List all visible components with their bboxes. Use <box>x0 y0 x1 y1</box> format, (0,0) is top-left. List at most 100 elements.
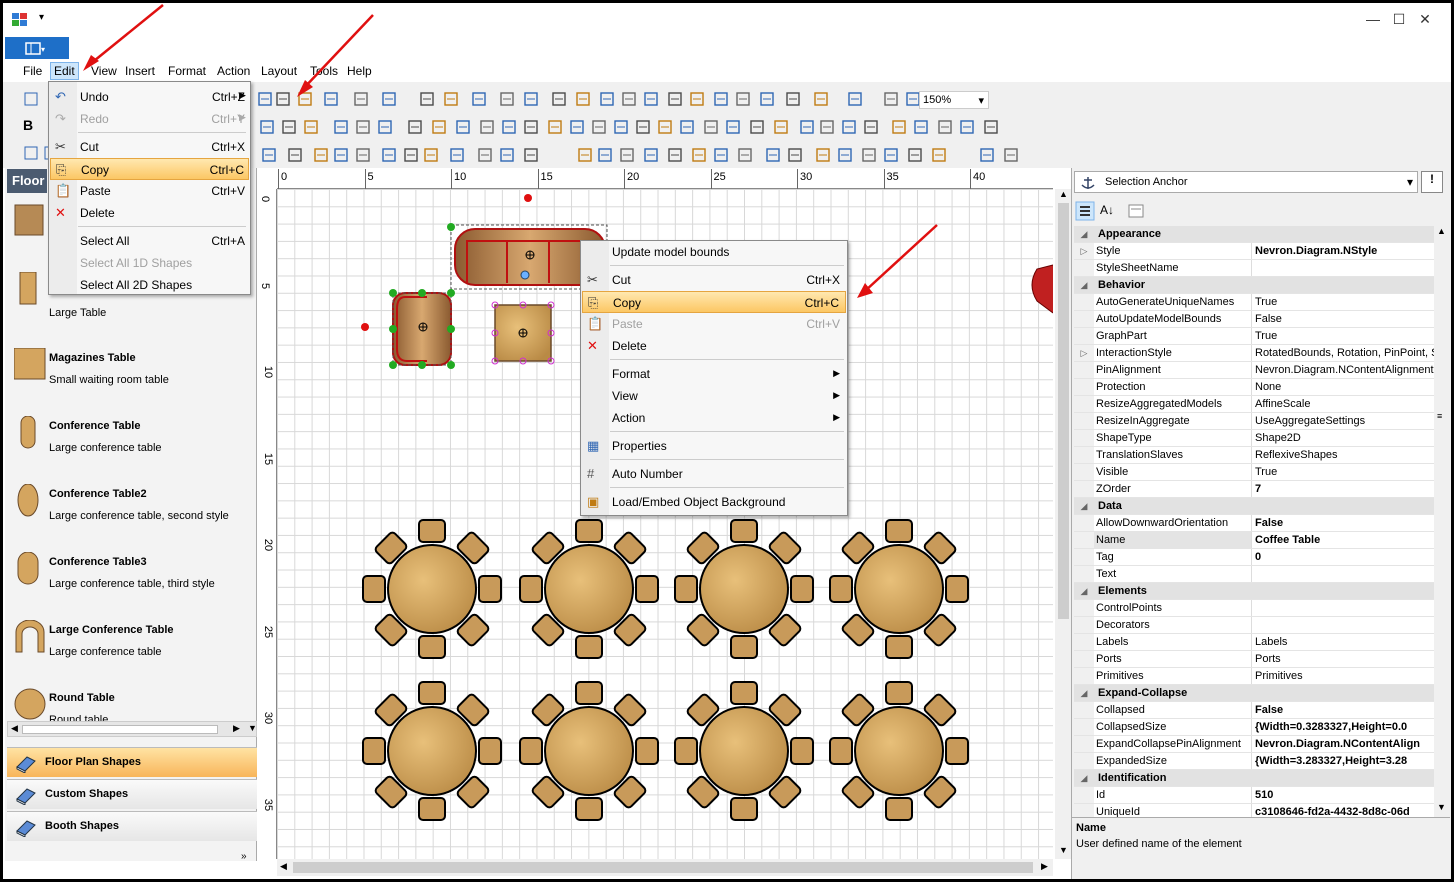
property-value[interactable]: Primitives <box>1252 668 1434 684</box>
collapse-icon[interactable]: ◢ <box>1074 498 1094 514</box>
property-value[interactable] <box>1252 617 1434 633</box>
expand-icon[interactable] <box>1074 294 1094 310</box>
chair-shape[interactable] <box>885 681 913 705</box>
property-row[interactable]: Protection None <box>1074 379 1434 396</box>
zoom-select[interactable]: 150% ▾ <box>919 91 989 109</box>
toolbar-tool-icon[interactable] <box>323 91 339 107</box>
context-menu-delete[interactable]: ✕ Delete <box>582 335 846 357</box>
property-value[interactable]: Nevron.Diagram.NContentAlign <box>1252 736 1434 752</box>
toolbar-tool-icon[interactable] <box>381 91 397 107</box>
expand-icon[interactable] <box>1074 464 1094 480</box>
toolbar-tool-icon[interactable] <box>691 147 707 163</box>
toolbar-tool-icon[interactable] <box>815 147 831 163</box>
toolbar-tool-icon[interactable] <box>313 147 329 163</box>
chair-shape[interactable] <box>418 635 446 659</box>
table-top[interactable] <box>854 544 944 634</box>
property-row[interactable]: Id 510 <box>1074 787 1434 804</box>
property-category[interactable]: ◢ Identification <box>1074 770 1434 787</box>
context-menu-auto-number[interactable]: # Auto Number <box>582 463 846 485</box>
property-category[interactable]: ◢ Behavior <box>1074 277 1434 294</box>
chair-shape[interactable] <box>519 575 543 603</box>
toolbar-tool-icon[interactable] <box>891 119 907 135</box>
property-row[interactable]: ControlPoints <box>1074 600 1434 617</box>
table-top[interactable] <box>387 706 477 796</box>
toolbar-tool-icon[interactable] <box>735 91 751 107</box>
property-row[interactable]: ZOrder 7 <box>1074 481 1434 498</box>
property-row[interactable]: ShapeType Shape2D <box>1074 430 1434 447</box>
edit-menu-cut[interactable]: ✂ Cut Ctrl+X <box>50 136 249 158</box>
chair-shape[interactable] <box>945 575 969 603</box>
context-menu-properties[interactable]: ▦ Properties <box>582 435 846 457</box>
expand-icon[interactable] <box>1074 447 1094 463</box>
chair-shape[interactable] <box>885 635 913 659</box>
chair-shape[interactable] <box>478 575 502 603</box>
property-value[interactable]: Shape2D <box>1252 430 1434 446</box>
category-custom-shapes[interactable]: Custom Shapes <box>7 779 257 809</box>
toolbar-tool-icon[interactable] <box>449 147 465 163</box>
table-top[interactable] <box>544 706 634 796</box>
property-row[interactable]: ExpandedSize {Width=3.283327,Height=3.28 <box>1074 753 1434 770</box>
toolbar-tool-icon[interactable] <box>931 147 947 163</box>
chair-shape[interactable] <box>575 797 603 821</box>
minimize-button[interactable]: — <box>1363 11 1383 27</box>
property-value[interactable]: AffineScale <box>1252 396 1434 412</box>
property-value[interactable]: 0 <box>1252 549 1434 565</box>
property-row[interactable]: Primitives Primitives <box>1074 668 1434 685</box>
panel-expand-icon[interactable]: » <box>241 851 247 862</box>
toolbar-tool-icon[interactable] <box>597 147 613 163</box>
chair-shape[interactable] <box>519 737 543 765</box>
toolbar-tool-icon[interactable] <box>403 147 419 163</box>
chair-shape[interactable] <box>575 519 603 543</box>
armchair-shape[interactable] <box>361 289 455 369</box>
object-selector[interactable]: Selection Anchor ▾ <box>1074 171 1418 193</box>
property-category[interactable]: ◢ Expand-Collapse <box>1074 685 1434 702</box>
menu-file[interactable]: File <box>23 64 42 78</box>
chair-shape[interactable] <box>362 737 386 765</box>
property-value[interactable]: UseAggregateSettings <box>1252 413 1434 429</box>
chair-shape[interactable] <box>478 737 502 765</box>
toolbar-tool-icon[interactable] <box>819 119 835 135</box>
property-value[interactable]: Coffee Table <box>1252 532 1434 548</box>
canvas-horizontal-scrollbar[interactable]: ◀ ▶ <box>277 859 1053 876</box>
property-value[interactable]: Nevron.Diagram.NStyle <box>1252 243 1434 259</box>
collapse-icon[interactable]: ◢ <box>1074 770 1094 786</box>
toolbar-tool-icon[interactable] <box>333 147 349 163</box>
expand-icon[interactable] <box>1074 617 1094 633</box>
chair-shape[interactable] <box>790 575 814 603</box>
toolbar-tool-icon[interactable] <box>303 119 319 135</box>
chair-shape[interactable] <box>885 797 913 821</box>
toolbar-tool-icon[interactable] <box>713 147 729 163</box>
toolbar-tool-icon[interactable] <box>297 91 313 107</box>
toolbar-tool-icon[interactable] <box>689 91 705 107</box>
property-row[interactable]: ResizeAggregatedModels AffineScale <box>1074 396 1434 413</box>
category-booth-shapes[interactable]: Booth Shapes <box>7 811 257 841</box>
toolbar-tool-icon[interactable] <box>749 119 765 135</box>
context-menu-paste[interactable]: 📋 Paste Ctrl+V <box>582 313 846 335</box>
toolbar-tool-icon[interactable] <box>499 91 515 107</box>
edit-menu-undo[interactable]: ↶ Undo Ctrl+Z <box>50 86 249 108</box>
expand-icon[interactable] <box>1074 481 1094 497</box>
chair-shape[interactable] <box>418 797 446 821</box>
expand-icon[interactable] <box>1074 532 1094 548</box>
menu-view[interactable]: View <box>91 64 117 78</box>
toolbar-tool-icon[interactable] <box>863 119 879 135</box>
categorized-icon[interactable] <box>1075 201 1095 221</box>
property-value[interactable]: 7 <box>1252 481 1434 497</box>
toolbar-tool-icon[interactable] <box>773 119 789 135</box>
context-menu-view[interactable]: View ▶ <box>582 385 846 407</box>
property-row[interactable]: Name Coffee Table <box>1074 532 1434 549</box>
property-row[interactable]: ResizeInAggregate UseAggregateSettings <box>1074 413 1434 430</box>
toolbar-tool-icon[interactable] <box>861 147 877 163</box>
property-row[interactable]: Visible True <box>1074 464 1434 481</box>
toolbar-tool-icon[interactable] <box>479 119 495 135</box>
close-button[interactable]: ✕ <box>1415 11 1435 28</box>
toolbar-tool-icon[interactable] <box>575 91 591 107</box>
toolbar-tool-icon[interactable] <box>913 119 929 135</box>
chair-shape[interactable] <box>418 681 446 705</box>
table-top[interactable] <box>544 544 634 634</box>
toolbar-tool-icon[interactable] <box>377 119 393 135</box>
menu-format[interactable]: Format <box>168 64 206 78</box>
chair-shape[interactable] <box>635 737 659 765</box>
toolbar-tool-icon[interactable] <box>443 91 459 107</box>
expand-icon[interactable] <box>1074 515 1094 531</box>
